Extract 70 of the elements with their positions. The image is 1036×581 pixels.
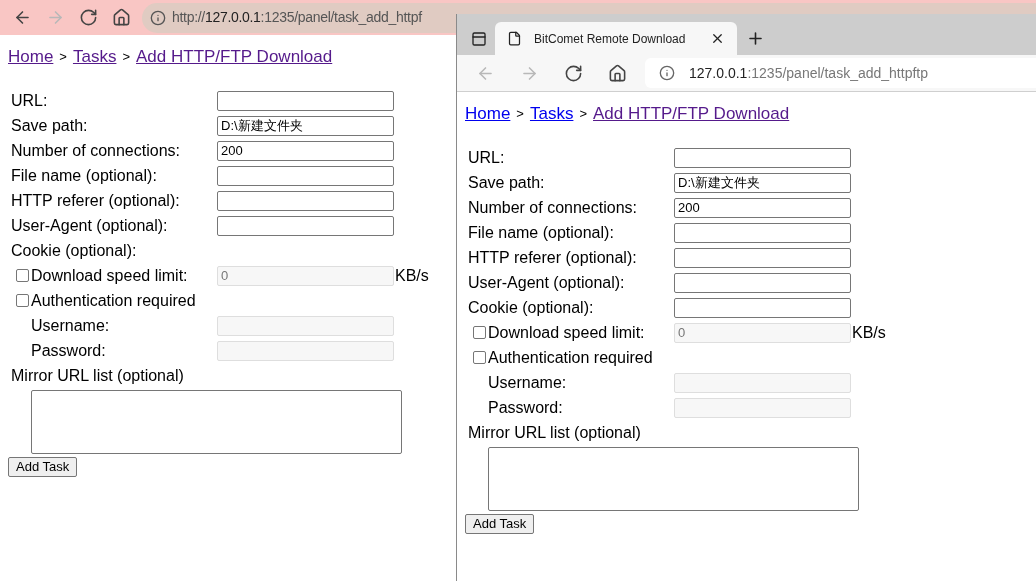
field-label: Username: [31,316,110,334]
breadcrumb-link[interactable]: Tasks [529,101,574,127]
field-label: User-Agent (optional): [11,216,168,234]
checkbox[interactable] [16,294,29,307]
field-label: Username: [488,373,567,391]
field-label: Mirror URL list (optional) [11,365,184,386]
checkbox-label: Authentication required [488,347,653,368]
field-label: User-Agent (optional): [468,273,625,291]
field-label: File name (optional): [468,223,614,241]
input-field[interactable]: 200 [217,140,394,161]
home-icon [111,8,131,27]
reload-icon [563,63,583,83]
breadcrumb-separator: > [516,105,524,124]
info-icon [150,9,166,26]
tab-actions-icon[interactable] [471,30,487,47]
url-text: http://127.0.0.1:1235/panel/task_add_httpf [172,8,422,27]
field-label: Save path: [11,116,88,134]
breadcrumb-link[interactable]: Home [8,44,54,70]
input-field[interactable] [674,272,851,293]
checkbox[interactable] [473,351,486,364]
input-field[interactable] [674,247,851,268]
breadcrumb-link[interactable]: Add HTTP/FTP Download [593,101,790,127]
field-label: Password: [31,341,106,359]
input-field[interactable]: D:\新建文件夹 [674,172,851,193]
reload-icon [78,8,98,27]
input-field[interactable] [217,190,394,211]
textarea-field[interactable] [488,447,859,511]
input-field[interactable]: 200 [674,197,851,218]
checkbox-label: Download speed limit: [488,322,645,343]
field-label: Password: [488,398,563,416]
breadcrumb-separator: > [122,48,130,67]
input-field[interactable] [674,147,851,168]
url-text: 127.0.0.1:1235/panel/task_add_httpftp [689,63,928,83]
info-icon [659,65,675,81]
breadcrumb-link[interactable]: Home [465,101,511,127]
home-icon [607,63,627,83]
add-task-button[interactable]: Add Task [465,513,535,534]
field-label: URL: [468,148,505,166]
input-field[interactable] [217,215,394,236]
input-field[interactable] [674,222,851,243]
close-icon[interactable] [710,31,725,46]
add-task-button[interactable]: Add Task [8,456,78,477]
breadcrumb-link[interactable]: Tasks [72,44,117,70]
field-label: Mirror URL list (optional) [468,422,641,443]
address-bar[interactable]: 127.0.0.1:1235/panel/task_add_httpftp [645,58,1036,88]
page-icon [507,31,522,46]
field-label: Save path: [468,173,545,191]
breadcrumb-link[interactable]: Add HTTP/FTP Download [136,44,333,70]
breadcrumb-separator: > [579,105,587,124]
new-tab-icon[interactable] [746,29,765,48]
checkbox-label: Download speed limit: [31,265,188,286]
input-field[interactable]: D:\新建文件夹 [217,115,394,136]
field-label: Number of connections: [468,198,637,216]
field-label: URL: [11,91,48,109]
field-label: Cookie (optional): [468,298,594,316]
unit-label: KB/s [852,322,886,343]
input-field[interactable] [217,90,394,111]
input-field[interactable] [674,297,851,318]
checkbox-label: Authentication required [31,290,196,311]
input-field[interactable] [217,165,394,186]
field-label: File name (optional): [11,166,157,184]
unit-label: KB/s [395,265,429,286]
tab-title: BitComet Remote Download [534,30,687,48]
breadcrumb-separator: > [59,48,67,67]
field-label: Cookie (optional): [11,240,137,261]
textarea-field[interactable] [31,390,402,454]
field-label: Number of connections: [11,141,180,159]
browser-tab[interactable]: BitComet Remote Download [495,22,737,55]
field-label: HTTP referer (optional): [468,248,637,266]
field-label: HTTP referer (optional): [11,191,180,209]
